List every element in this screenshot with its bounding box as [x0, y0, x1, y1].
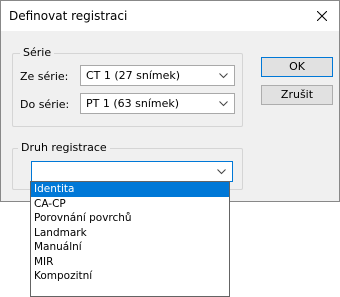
dropdown-option[interactable]: Kompozitní [31, 269, 229, 284]
registration-type-select[interactable] [31, 161, 233, 182]
dropdown-option[interactable]: Landmark [31, 226, 229, 241]
dropdown-option[interactable]: Manuální [31, 240, 229, 255]
ok-button[interactable]: OK [261, 57, 333, 77]
to-series-value: PT 1 (63 snímek) [86, 97, 180, 110]
cancel-button[interactable]: Zrušit [261, 85, 333, 105]
registration-type-dropdown-list: Identita CA-CP Porovnání povrchů Landmar… [30, 181, 230, 297]
close-button[interactable] [305, 1, 339, 31]
from-series-select[interactable]: CT 1 (27 snímek) [80, 65, 235, 86]
from-series-label: Ze série: [20, 70, 69, 83]
dropdown-option[interactable]: CA-CP [31, 197, 229, 212]
dropdown-option[interactable]: Identita [31, 182, 229, 197]
from-series-value: CT 1 (27 snímek) [86, 69, 181, 82]
dropdown-option[interactable]: Porovnání povrchů [31, 211, 229, 226]
dropdown-option[interactable]: MIR [31, 255, 229, 270]
to-series-label: Do série: [20, 98, 70, 111]
title-bar: Definovat registraci [1, 1, 339, 31]
registration-type-legend: Druh registrace [18, 141, 110, 154]
chevron-down-icon [217, 169, 226, 175]
define-registration-dialog: Definovat registraci Série Ze série: CT … [0, 0, 340, 202]
to-series-select[interactable]: PT 1 (63 snímek) [80, 93, 235, 114]
window-title: Definovat registraci [9, 9, 128, 23]
close-icon [317, 11, 327, 21]
chevron-down-icon [219, 73, 228, 79]
series-group-legend: Série [20, 46, 55, 59]
chevron-down-icon [219, 101, 228, 107]
